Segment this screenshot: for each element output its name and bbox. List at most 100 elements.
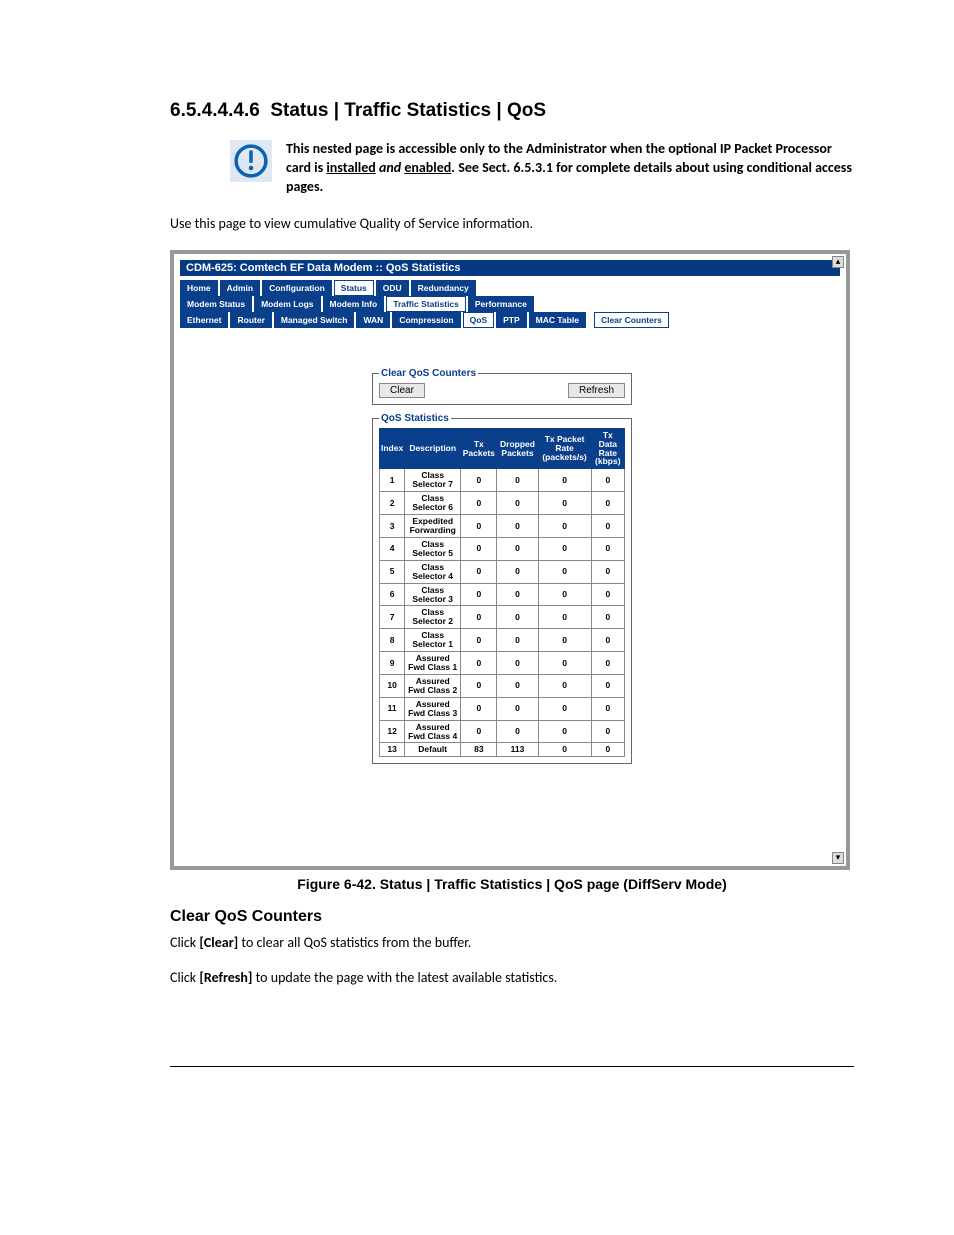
table-cell: 0 <box>461 492 497 515</box>
tab-ptp[interactable]: PTP <box>496 312 527 328</box>
tab-compression[interactable]: Compression <box>392 312 460 328</box>
tab-configuration[interactable]: Configuration <box>262 280 332 296</box>
table-row: 9Assured Fwd Class 10000 <box>380 652 625 675</box>
table-cell: 6 <box>380 583 405 606</box>
table-cell: Assured Fwd Class 3 <box>405 697 461 720</box>
tab-ethernet[interactable]: Ethernet <box>180 312 228 328</box>
qos-statistics-fieldset: QoS Statistics IndexDescriptionTx Packet… <box>372 413 632 765</box>
tab-traffic-statistics[interactable]: Traffic Statistics <box>386 296 466 312</box>
table-cell: 7 <box>380 606 405 629</box>
table-cell: 12 <box>380 720 405 743</box>
table-cell: 83 <box>461 743 497 757</box>
footer-rule <box>170 1066 854 1067</box>
table-cell: Class Selector 6 <box>405 492 461 515</box>
table-cell: 0 <box>591 606 624 629</box>
clear-button[interactable]: Clear <box>379 383 425 398</box>
scroll-down-button[interactable]: ▾ <box>832 852 844 864</box>
table-cell: Assured Fwd Class 1 <box>405 652 461 675</box>
table-cell: 0 <box>497 606 538 629</box>
window-title: CDM-625: Comtech EF Data Modem :: QoS St… <box>180 260 840 276</box>
table-cell: 113 <box>497 743 538 757</box>
table-cell: 0 <box>591 743 624 757</box>
table-cell: 0 <box>461 560 497 583</box>
qos-statistics-legend: QoS Statistics <box>379 413 451 424</box>
column-header: Tx Packet Rate (packets/s) <box>538 428 591 469</box>
refresh-button[interactable]: Refresh <box>568 383 625 398</box>
table-cell: 2 <box>380 492 405 515</box>
admonition-text: This nested page is accessible only to t… <box>286 140 854 197</box>
tab-redundancy[interactable]: Redundancy <box>411 280 476 296</box>
table-cell: 0 <box>461 720 497 743</box>
nav-row-2: Modem StatusModem LogsModem InfoTraffic … <box>180 296 846 312</box>
table-cell: 0 <box>591 560 624 583</box>
table-cell: 0 <box>497 560 538 583</box>
table-cell: 0 <box>497 583 538 606</box>
table-row: 6Class Selector 30000 <box>380 583 625 606</box>
tab-modem-status[interactable]: Modem Status <box>180 296 252 312</box>
admonition-note: This nested page is accessible only to t… <box>230 140 854 197</box>
table-cell: 0 <box>538 720 591 743</box>
table-cell: 0 <box>591 652 624 675</box>
table-cell: 0 <box>538 606 591 629</box>
table-cell: 0 <box>461 674 497 697</box>
tab-performance[interactable]: Performance <box>468 296 534 312</box>
table-cell: 11 <box>380 697 405 720</box>
table-cell: 0 <box>497 492 538 515</box>
tab-mac-table[interactable]: MAC Table <box>529 312 586 328</box>
tab-status[interactable]: Status <box>334 280 374 296</box>
tab-router[interactable]: Router <box>230 312 271 328</box>
table-row: 8Class Selector 10000 <box>380 629 625 652</box>
table-cell: 8 <box>380 629 405 652</box>
table-row: 11Assured Fwd Class 30000 <box>380 697 625 720</box>
table-cell: 0 <box>538 674 591 697</box>
column-header: Tx Data Rate (kbps) <box>591 428 624 469</box>
table-cell: 0 <box>538 560 591 583</box>
table-cell: 0 <box>461 469 497 492</box>
clear-counters-link[interactable]: Clear Counters <box>594 312 669 328</box>
table-cell: 0 <box>591 537 624 560</box>
table-row: 5Class Selector 40000 <box>380 560 625 583</box>
table-cell: 0 <box>591 720 624 743</box>
table-row: 1Class Selector 70000 <box>380 469 625 492</box>
table-cell: Assured Fwd Class 2 <box>405 674 461 697</box>
table-cell: 0 <box>461 652 497 675</box>
section-title-text: Status | Traffic Statistics | QoS <box>270 100 546 121</box>
tab-modem-info[interactable]: Modem Info <box>323 296 385 312</box>
table-cell: 0 <box>497 629 538 652</box>
table-cell: 0 <box>591 492 624 515</box>
figure-caption: Figure 6-42. Status | Traffic Statistics… <box>170 876 854 892</box>
section-number: 6.5.4.4.4.6 <box>170 100 260 121</box>
paragraph-refresh: Click [Refresh] to update the page with … <box>170 969 854 986</box>
table-cell: Class Selector 4 <box>405 560 461 583</box>
tab-modem-logs[interactable]: Modem Logs <box>254 296 320 312</box>
important-icon <box>230 140 272 182</box>
table-cell: 0 <box>538 537 591 560</box>
table-cell: 0 <box>538 469 591 492</box>
table-cell: 0 <box>497 515 538 538</box>
table-cell: 0 <box>461 629 497 652</box>
scroll-up-button[interactable]: ▴ <box>832 256 844 268</box>
column-header: Description <box>405 428 461 469</box>
table-cell: 0 <box>497 652 538 675</box>
table-cell: 0 <box>591 697 624 720</box>
column-header: Tx Packets <box>461 428 497 469</box>
table-cell: Class Selector 7 <box>405 469 461 492</box>
table-cell: 3 <box>380 515 405 538</box>
embedded-screenshot: ▴ ▾ CDM-625: Comtech EF Data Modem :: Qo… <box>170 250 850 870</box>
table-cell: Class Selector 2 <box>405 606 461 629</box>
table-cell: 4 <box>380 537 405 560</box>
table-cell: 0 <box>591 674 624 697</box>
column-header: Index <box>380 428 405 469</box>
intro-paragraph: Use this page to view cumulative Quality… <box>170 215 854 232</box>
tab-qos[interactable]: QoS <box>463 312 494 328</box>
nav-row-1: HomeAdminConfigurationStatusODURedundanc… <box>180 280 846 296</box>
tab-home[interactable]: Home <box>180 280 218 296</box>
tab-odu[interactable]: ODU <box>376 280 409 296</box>
table-cell: 0 <box>538 697 591 720</box>
table-row: 13Default8311300 <box>380 743 625 757</box>
tab-wan[interactable]: WAN <box>356 312 390 328</box>
paragraph-clear: Click [Clear] to clear all QoS statistic… <box>170 934 854 951</box>
tab-admin[interactable]: Admin <box>220 280 260 296</box>
tab-managed-switch[interactable]: Managed Switch <box>274 312 355 328</box>
table-cell: 1 <box>380 469 405 492</box>
